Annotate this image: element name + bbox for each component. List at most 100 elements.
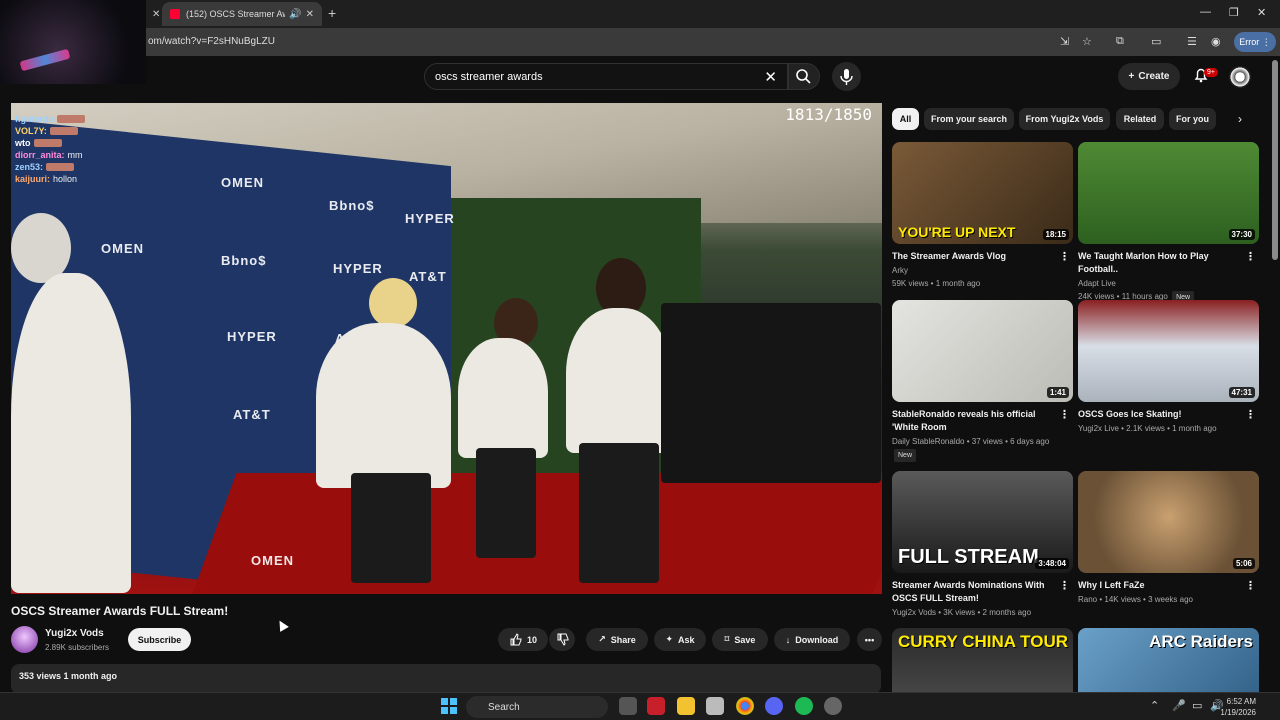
chip-related[interactable]: Related [1116, 108, 1164, 130]
video-title[interactable]: We Taught Marlon How to Play Football.. [1078, 250, 1243, 276]
taskbar-search[interactable]: Search [466, 696, 608, 718]
more-options-icon[interactable]: ⋮ [1059, 408, 1070, 421]
search-box[interactable]: oscs streamer awards ✕ [424, 63, 788, 90]
network-icon[interactable]: ▭ [1192, 699, 1202, 712]
search-button[interactable] [788, 63, 820, 90]
voice-search-button[interactable] [832, 62, 861, 91]
chip-from-your-search[interactable]: From your search [924, 108, 1014, 130]
cast-icon[interactable]: ▭ [1151, 35, 1161, 48]
extensions-icon[interactable]: ⧉ [1116, 35, 1124, 48]
bookmark-star-icon[interactable]: ☆ [1082, 35, 1092, 48]
backdrop-logo: OMEN [101, 241, 144, 256]
profile-icon[interactable]: ◉ [1211, 35, 1221, 48]
close-tab-icon[interactable]: ✕ [152, 9, 160, 20]
error-button[interactable]: Error ⋮ [1234, 32, 1276, 52]
channel-name[interactable]: Yugi2x Vods [892, 608, 936, 617]
recommendation-card[interactable]: 5:06 Why I Left FaZe Rano • 14K views • … [1078, 471, 1259, 605]
app-icon[interactable] [706, 697, 724, 715]
like-button[interactable]: 10 [498, 628, 548, 651]
thumbnail[interactable]: 47:31 [1078, 300, 1259, 402]
channel-name[interactable]: Adapt Live [1078, 279, 1116, 288]
discord-icon[interactable] [765, 697, 783, 715]
video-player[interactable]: OMEN OMEN Bbno$ Bbno$ HYPER HYPER AT&T A… [11, 103, 882, 594]
scrollbar[interactable] [1272, 60, 1278, 260]
view-count-date: 353 views 1 month ago [19, 671, 118, 681]
video-title[interactable]: The Streamer Awards Vlog [892, 250, 1057, 263]
thumbnail[interactable]: YOU'RE UP NEXT 18:15 [892, 142, 1073, 244]
share-label: Share [610, 634, 636, 645]
more-options-icon[interactable]: ⋮ [1059, 250, 1070, 263]
new-badge: New [894, 449, 917, 462]
video-title[interactable]: OSCS Goes Ice Skating! [1078, 408, 1243, 421]
avatar[interactable] [1229, 66, 1251, 88]
chevron-right-icon[interactable]: › [1238, 112, 1242, 126]
recommendation-card[interactable]: YOU'RE UP NEXT 18:15 The Streamer Awards… [892, 142, 1073, 289]
recommendation-card[interactable]: 47:31 OSCS Goes Ice Skating! Yugi2x Live… [1078, 300, 1259, 434]
file-explorer-icon[interactable] [677, 697, 695, 715]
subscribe-button[interactable]: Subscribe [128, 628, 191, 651]
chat-user: VOL7Y: [15, 126, 47, 136]
thumbnail[interactable]: 37:30 [1078, 142, 1259, 244]
description-box[interactable] [11, 664, 881, 694]
save-button[interactable]: ⌑ Save [712, 628, 768, 651]
chat-line: fighterdo [15, 113, 85, 125]
more-options-icon[interactable]: ⋮ [1059, 579, 1070, 592]
video-title[interactable]: Why I Left FaZe [1078, 579, 1243, 592]
channel-avatar[interactable] [11, 626, 38, 653]
chevron-up-icon[interactable]: ⌃ [1150, 699, 1159, 712]
video-title[interactable]: Streamer Awards Nominations With OSCS FU… [892, 579, 1057, 605]
ask-button[interactable]: ✦ Ask [654, 628, 706, 651]
app-icon[interactable] [824, 697, 842, 715]
audio-icon[interactable]: 🔊 [289, 9, 301, 20]
video-title[interactable]: StableRonaldo reveals his official 'Whit… [892, 408, 1057, 434]
channel-name[interactable]: Rano [1078, 595, 1097, 604]
channel-name[interactable]: Arky [892, 266, 908, 275]
recommendation-card[interactable]: 1:41 StableRonaldo reveals his official … [892, 300, 1073, 462]
new-tab-icon[interactable]: + [328, 5, 336, 21]
url-field[interactable]: om/watch?v=F2sHNuBgLZU [148, 36, 275, 47]
thumbnail[interactable]: FULL STREAM 3:48:04 [892, 471, 1073, 573]
download-icon: ↓ [785, 634, 791, 645]
share-button[interactable]: ↗ Share [586, 628, 648, 651]
chrome-icon[interactable] [736, 697, 754, 715]
install-app-icon[interactable]: ⇲ [1060, 35, 1069, 48]
plus-icon: + [1128, 71, 1135, 82]
minimize-icon[interactable]: — [1200, 6, 1211, 18]
mic-icon[interactable]: 🎤 [1172, 699, 1186, 712]
clear-search-icon[interactable]: ✕ [764, 68, 777, 86]
more-options-icon[interactable]: ⋮ [1245, 579, 1256, 592]
download-button[interactable]: ↓ Download [774, 628, 850, 651]
channel-name[interactable]: Yugi2x Live [1078, 424, 1119, 433]
more-options-icon[interactable]: ⋮ [1245, 250, 1256, 263]
close-window-icon[interactable]: ✕ [1257, 6, 1266, 19]
chat-user: zen53: [15, 162, 44, 172]
channel-name[interactable]: Daily StableRonaldo [892, 437, 965, 446]
reading-list-icon[interactable]: ☰ [1187, 35, 1197, 48]
recommendation-card[interactable]: CURRY CHINA TOUR [892, 628, 1073, 692]
thumbnail[interactable]: 5:06 [1078, 471, 1259, 573]
dislike-button[interactable] [549, 628, 575, 651]
close-tab-icon[interactable]: ✕ [306, 9, 314, 20]
restore-icon[interactable]: ❐ [1229, 6, 1239, 19]
chat-message: mm [67, 150, 83, 160]
channel-name[interactable]: Yugi2x Vods [45, 628, 104, 639]
thumbnail[interactable]: 1:41 [892, 300, 1073, 402]
more-actions-button[interactable]: ••• [857, 628, 882, 651]
search-input[interactable]: oscs streamer awards [435, 71, 543, 83]
recommendation-card[interactable]: FULL STREAM 3:48:04 Streamer Awards Nomi… [892, 471, 1073, 618]
tab-active[interactable]: (152) OSCS Streamer Awards 🔊 ✕ [162, 2, 322, 26]
spotify-icon[interactable] [795, 697, 813, 715]
create-button[interactable]: + Create [1118, 63, 1180, 90]
chip-from-channel[interactable]: From Yugi2x Vods [1019, 108, 1110, 130]
task-view-icon[interactable] [619, 697, 637, 715]
chip-all[interactable]: All [892, 108, 919, 130]
chip-for-you[interactable]: For you [1169, 108, 1216, 130]
recommendation-card[interactable]: ARC Raiders [1078, 628, 1259, 692]
windows-start-icon[interactable] [440, 697, 458, 715]
thumbnail[interactable]: CURRY CHINA TOUR [892, 628, 1073, 692]
app-icon[interactable] [647, 697, 665, 715]
recommendation-card[interactable]: 37:30 We Taught Marlon How to Play Footb… [1078, 142, 1259, 304]
clock[interactable]: 6:52 AM 1/19/2026 [1220, 696, 1256, 718]
thumbnail[interactable]: ARC Raiders [1078, 628, 1259, 692]
more-options-icon[interactable]: ⋮ [1245, 408, 1256, 421]
